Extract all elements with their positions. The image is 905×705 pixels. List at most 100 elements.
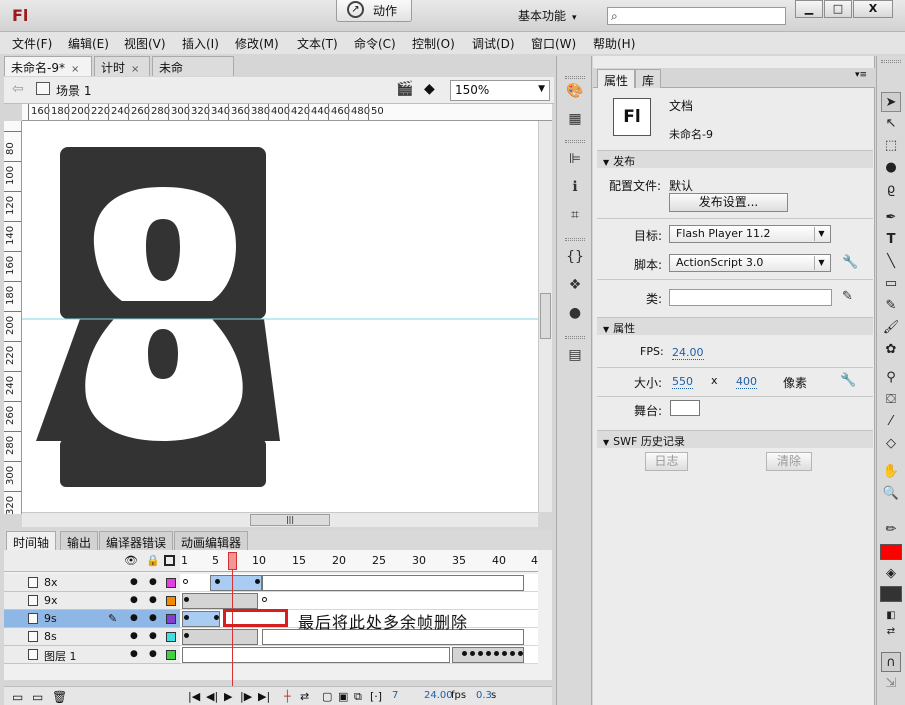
- tab-output[interactable]: 输出: [60, 531, 98, 550]
- keyframe[interactable]: [510, 651, 515, 656]
- info-icon[interactable]: ℹ: [566, 178, 584, 196]
- keyframe[interactable]: [486, 651, 491, 656]
- trash-icon[interactable]: 🗑: [52, 690, 67, 704]
- frame-span[interactable]: [182, 629, 258, 645]
- back-arrow-icon[interactable]: ⇦: [12, 81, 24, 97]
- center-frame-icon[interactable]: ┼: [284, 690, 291, 703]
- visibility-dot[interactable]: ●: [130, 613, 138, 623]
- code-snippets-icon[interactable]: {}: [566, 248, 584, 266]
- bone-tool-icon[interactable]: ⚲: [881, 368, 901, 388]
- minimize-button[interactable]: ▁: [795, 0, 823, 18]
- stroke-color-icon[interactable]: ✏: [881, 520, 901, 540]
- keyframe[interactable]: [214, 615, 219, 620]
- tab-doc-9[interactable]: 未命名-9*×: [4, 56, 92, 76]
- menu-text[interactable]: 文本(T): [297, 35, 338, 52]
- free-transform-icon[interactable]: ⬚: [881, 136, 901, 156]
- section-swf-history[interactable]: ▼SWF 历史记录: [597, 430, 873, 448]
- pen-tool-icon[interactable]: ✒: [881, 208, 901, 228]
- rectangle-tool-icon[interactable]: ▭: [881, 274, 901, 294]
- keyframe[interactable]: [470, 651, 475, 656]
- lock-icon[interactable]: 🔒: [146, 554, 160, 567]
- fps-value[interactable]: 24.00: [424, 690, 453, 701]
- fill-color-swatch[interactable]: [880, 586, 902, 602]
- layer-color-swatch[interactable]: [166, 614, 176, 624]
- panel-grip[interactable]: [881, 60, 901, 63]
- layer-color-swatch[interactable]: [166, 596, 176, 606]
- prev-frame-icon[interactable]: ◀|: [206, 690, 218, 703]
- panel-grip[interactable]: [565, 140, 585, 143]
- publish-settings-button[interactable]: 发布设置...: [669, 193, 788, 212]
- pencil-tool-icon[interactable]: ✎: [881, 296, 901, 316]
- tab-timeline[interactable]: 时间轴: [6, 531, 56, 550]
- onion-outline-icon[interactable]: ▣: [338, 690, 348, 703]
- edit-multiple-icon[interactable]: ⧉: [354, 690, 362, 704]
- menu-debug[interactable]: 调试(D): [472, 35, 515, 52]
- panel-grip[interactable]: [565, 76, 585, 79]
- pencil-icon[interactable]: ✎: [842, 289, 853, 304]
- scroll-thumb[interactable]: |||: [250, 514, 330, 526]
- frame-span[interactable]: [182, 593, 258, 609]
- section-publish[interactable]: ▼发布: [597, 150, 873, 168]
- lasso-icon[interactable]: ϱ: [881, 180, 901, 200]
- workspace-switcher[interactable]: 基本功能▾: [518, 7, 577, 24]
- section-attributes[interactable]: ▼属性: [597, 317, 873, 335]
- selection-tool-icon[interactable]: ➤: [881, 92, 901, 112]
- layer-color-swatch[interactable]: [166, 578, 176, 588]
- keyframe[interactable]: [255, 579, 260, 584]
- scroll-thumb[interactable]: [540, 293, 551, 339]
- lock-dot[interactable]: ●: [149, 577, 157, 587]
- line-tool-icon[interactable]: ╲: [881, 252, 901, 272]
- tab-library[interactable]: 库: [635, 69, 661, 88]
- eyedropper-icon[interactable]: ⁄: [881, 412, 901, 432]
- visibility-dot[interactable]: ●: [130, 577, 138, 587]
- menu-insert[interactable]: 插入(I): [182, 35, 219, 52]
- current-frame[interactable]: 7: [392, 690, 398, 701]
- layer-row[interactable]: 9x ● ●: [4, 592, 180, 610]
- menu-help[interactable]: 帮助(H): [593, 35, 635, 52]
- frame-span[interactable]: [182, 647, 450, 663]
- actions-button[interactable]: ↗ 动作: [336, 0, 412, 22]
- last-frame-icon[interactable]: ▶|: [258, 690, 270, 703]
- tab-properties[interactable]: 属性: [597, 69, 635, 88]
- zoom-select[interactable]: 150% ▼: [450, 80, 550, 101]
- stage-color-swatch[interactable]: [670, 400, 700, 416]
- stage-horizontal-scrollbar[interactable]: |||: [22, 512, 538, 527]
- lock-dot[interactable]: ●: [149, 613, 157, 623]
- eraser-icon[interactable]: ◇: [881, 434, 901, 454]
- outline-icon[interactable]: [164, 555, 175, 566]
- modify-markers-icon[interactable]: [·]: [370, 690, 382, 703]
- width-value[interactable]: 550: [672, 375, 693, 389]
- height-value[interactable]: 400: [736, 375, 757, 389]
- keyframe[interactable]: [462, 651, 467, 656]
- stage[interactable]: [22, 121, 538, 512]
- stage-vertical-scrollbar[interactable]: [538, 121, 552, 512]
- visibility-dot[interactable]: ●: [130, 595, 138, 605]
- class-input[interactable]: [669, 289, 832, 306]
- playhead[interactable]: [228, 552, 237, 570]
- next-frame-icon[interactable]: |▶: [240, 690, 252, 703]
- menu-view[interactable]: 视图(V): [124, 35, 166, 52]
- keyframe[interactable]: [184, 597, 189, 602]
- log-button[interactable]: 日志: [645, 452, 688, 471]
- motion-presets-icon[interactable]: ●: [566, 304, 584, 322]
- swatches-icon[interactable]: ▦: [566, 110, 584, 128]
- tab-doc-1[interactable]: 未命名-1*×: [152, 56, 234, 76]
- color-panel-icon[interactable]: 🎨: [566, 82, 584, 100]
- new-folder-icon[interactable]: ▭: [32, 690, 43, 704]
- lock-dot[interactable]: ●: [149, 631, 157, 641]
- keyframe[interactable]: [184, 615, 189, 620]
- play-icon[interactable]: ▶: [224, 690, 232, 703]
- frame-span[interactable]: [262, 575, 524, 591]
- menu-file[interactable]: 文件(F): [12, 35, 52, 52]
- frame-row[interactable]: [180, 574, 538, 592]
- smooth-icon[interactable]: ⇲: [881, 674, 901, 694]
- tab-motion-editor[interactable]: 动画编辑器: [174, 531, 248, 550]
- subselection-tool-icon[interactable]: ↖: [881, 114, 901, 134]
- keyframe[interactable]: [215, 579, 220, 584]
- transform-icon[interactable]: ⌗: [566, 206, 584, 224]
- elapsed-time[interactable]: 0.3: [476, 690, 492, 701]
- edit-scene-icon[interactable]: 🎬: [396, 81, 413, 97]
- lock-dot[interactable]: ●: [149, 649, 157, 659]
- text-tool-icon[interactable]: T: [881, 230, 901, 250]
- frame-row[interactable]: [180, 646, 538, 664]
